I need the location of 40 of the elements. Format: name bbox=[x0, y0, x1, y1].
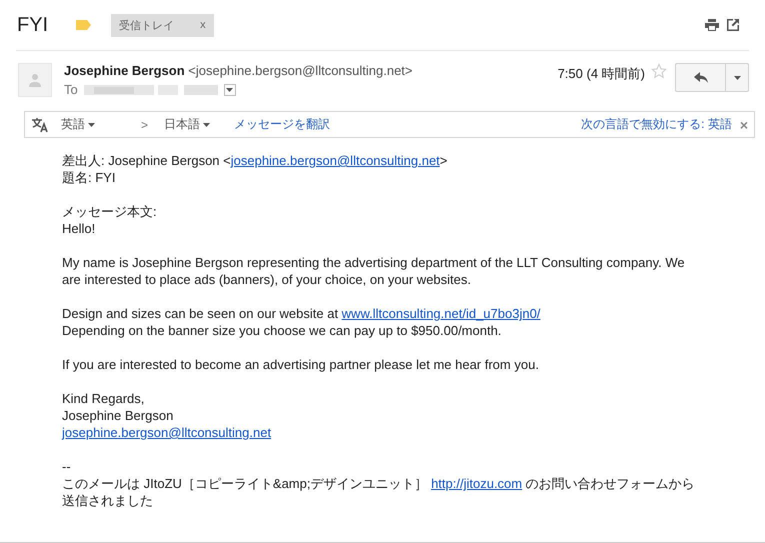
body-text: このメールは JItoZU［コピーライト&amp;デザインユニット］ http://jitozu.com のお問い合わせフォームから送信されました bbox=[62, 475, 696, 509]
to-label: To bbox=[64, 82, 78, 97]
body-text: Hello! bbox=[62, 220, 96, 237]
link[interactable]: http://jitozu.com bbox=[431, 476, 522, 491]
body-text: 題名: FYI bbox=[62, 169, 116, 186]
target-language[interactable]: 日本語 bbox=[164, 116, 210, 133]
label-icon bbox=[76, 20, 92, 30]
link[interactable]: josephine.bergson@lltconsulting.net bbox=[62, 425, 272, 440]
caret-icon bbox=[203, 122, 210, 126]
subject: FYI bbox=[17, 14, 48, 36]
body-text: Depending on the banner size you choose we can pay up to $950.00/month. bbox=[62, 322, 502, 339]
direction-arrow: > bbox=[141, 118, 148, 132]
caret-icon bbox=[734, 76, 740, 80]
caret-icon bbox=[226, 88, 234, 92]
body-text: Design and sizes can be seen on our website at www.lltconsulting.net/id_u7bo3jn0/ bbox=[62, 305, 542, 322]
body-text: -- bbox=[62, 458, 72, 475]
timestamp: 7:50 (4 時間前) bbox=[558, 65, 645, 83]
body-text: Josephine Bergson bbox=[62, 407, 174, 424]
translate-icon bbox=[31, 116, 49, 132]
link[interactable]: josephine.bergson@lltconsulting.net bbox=[230, 153, 440, 168]
source-language[interactable]: 英語 bbox=[61, 116, 95, 133]
close-button[interactable]: × bbox=[740, 116, 748, 132]
reply-icon bbox=[694, 72, 708, 83]
body-text: メッセージ本文: bbox=[62, 203, 158, 220]
label-chip[interactable]: 受信トレイ x bbox=[111, 14, 214, 36]
details-dropdown[interactable] bbox=[224, 84, 236, 96]
link[interactable]: www.lltconsulting.net/id_u7bo3jn0/ bbox=[342, 306, 540, 321]
translate-link[interactable]: メッセージを翻訳 bbox=[234, 116, 330, 133]
sender-name: Josephine Bergson bbox=[64, 63, 185, 78]
avatar bbox=[18, 63, 52, 97]
new-window-icon[interactable] bbox=[727, 19, 739, 31]
remove-label[interactable]: x bbox=[200, 19, 206, 31]
caret-icon bbox=[88, 122, 95, 126]
body-text: If you are interested to become an advertising partner please let me hear from you. bbox=[62, 356, 540, 373]
body-text: My name is Josephine Bergson representing the advertising department of the LLT Consulting company. We are interested to place ads (banners), of your choice, on your websites. bbox=[62, 254, 686, 288]
body-text: 差出人: Josephine Bergson <josephine.bergson@lltconsulting.net> bbox=[62, 152, 448, 169]
body-text: Kind Regards, bbox=[62, 390, 146, 407]
sender-email: <josephine.bergson@lltconsulting.net> bbox=[188, 63, 413, 78]
disable-translation-link[interactable]: 次の言語で無効にする: 英語 bbox=[581, 116, 732, 133]
print-icon[interactable] bbox=[705, 19, 719, 31]
